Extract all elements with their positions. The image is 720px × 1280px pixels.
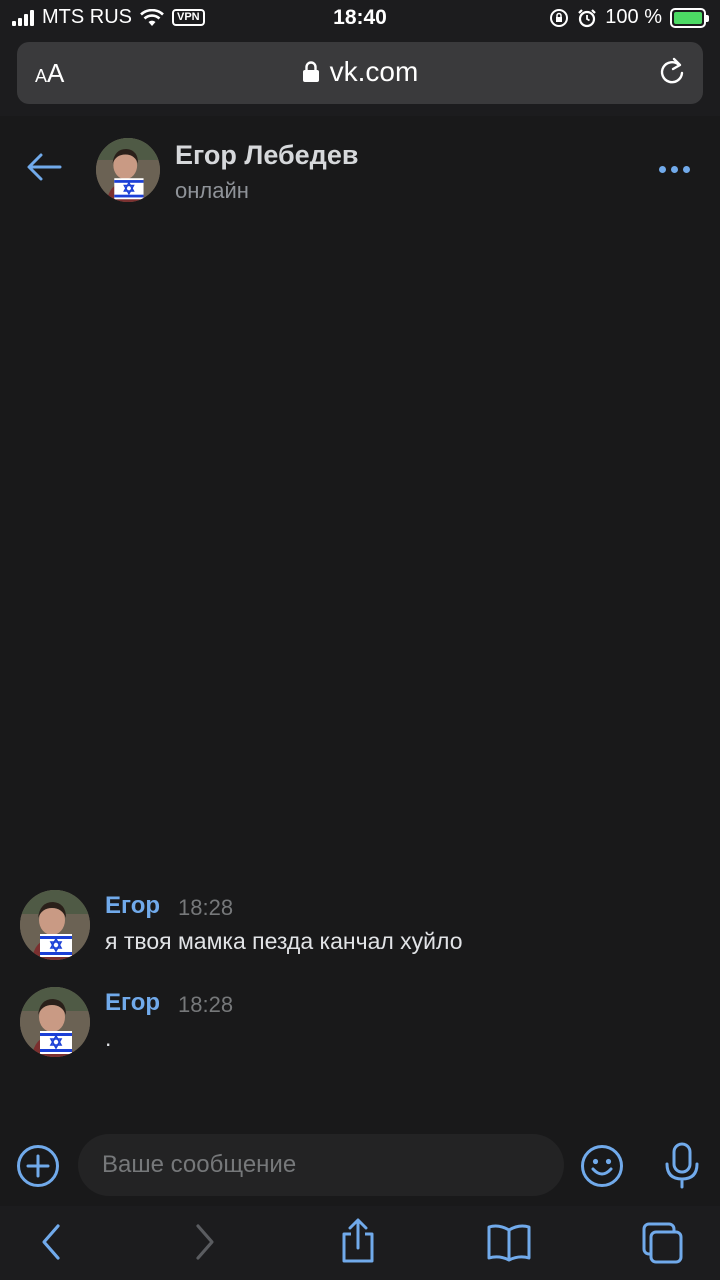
share-icon[interactable] xyxy=(338,1218,378,1264)
message-author[interactable]: Егор xyxy=(105,989,160,1017)
microphone-icon[interactable] xyxy=(662,1142,702,1190)
bookmarks-icon[interactable] xyxy=(486,1222,532,1262)
battery-icon xyxy=(670,7,709,28)
status-bar: MTS RUS VPN 18:40 100 % xyxy=(0,0,720,40)
chat-title[interactable]: Егор Лебедев xyxy=(175,140,358,171)
browser-address-area: AA vk.com xyxy=(0,40,720,116)
message-author[interactable]: Егор xyxy=(105,892,160,920)
avatar[interactable] xyxy=(96,138,160,202)
browser-forward-icon[interactable] xyxy=(190,1222,220,1262)
browser-back-icon[interactable] xyxy=(36,1222,66,1262)
back-arrow-icon[interactable] xyxy=(26,152,62,182)
message-composer xyxy=(0,1130,720,1202)
message-text: я твоя мамка пезда канчал хуйло xyxy=(105,928,463,954)
online-status: онлайн xyxy=(175,178,249,203)
address-bar[interactable]: AA vk.com xyxy=(17,42,703,104)
lock-rotation-icon xyxy=(550,8,569,27)
alarm-icon xyxy=(578,8,597,27)
emoji-icon[interactable] xyxy=(580,1144,624,1188)
url-text: vk.com xyxy=(329,56,419,87)
avatar[interactable] xyxy=(20,890,90,960)
more-icon[interactable] xyxy=(659,166,690,173)
tabs-icon[interactable] xyxy=(640,1222,684,1264)
reload-icon[interactable] xyxy=(657,56,687,88)
message-text: . xyxy=(105,1025,112,1051)
message-input[interactable] xyxy=(78,1134,564,1196)
chat-header: Егор Лебедев онлайн xyxy=(0,120,720,220)
padlock-icon xyxy=(302,61,319,82)
message-time: 18:28 xyxy=(178,895,234,920)
plus-icon[interactable] xyxy=(16,1144,60,1188)
battery-percent: 100 % xyxy=(605,6,662,28)
message-time: 18:28 xyxy=(178,992,234,1017)
avatar[interactable] xyxy=(20,987,90,1057)
browser-toolbar xyxy=(0,1206,720,1280)
